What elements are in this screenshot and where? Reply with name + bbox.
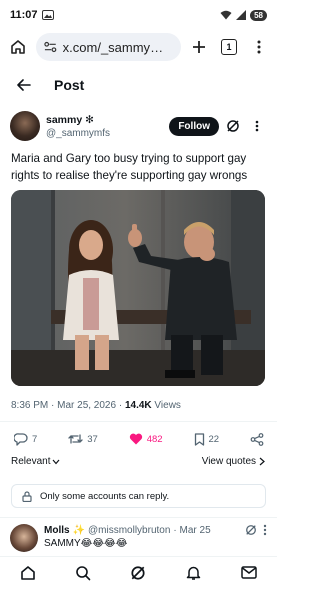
sort-label: Relevant [11, 456, 51, 467]
tweet-media-image[interactable] [11, 190, 265, 386]
reply-author-name[interactable]: Molls [44, 525, 70, 536]
author-avatar[interactable] [10, 111, 40, 141]
nav-home[interactable] [16, 561, 40, 585]
share-icon [250, 432, 264, 446]
grok-icon[interactable] [245, 524, 257, 536]
author-handle[interactable]: @_sammymfs [46, 128, 110, 139]
author-display-name[interactable]: sammy ✻ [46, 114, 110, 126]
view-quotes-link[interactable]: View quotes [202, 456, 265, 467]
media-illustration [11, 190, 265, 386]
reply-icon [14, 432, 28, 446]
reply-handle[interactable]: @missmollybruton [88, 525, 170, 536]
chevron-right-icon [259, 457, 265, 466]
status-bar: 11:07 58 [0, 0, 277, 30]
heart-filled-icon [129, 433, 142, 445]
chevron-down-icon [53, 459, 60, 464]
clock: 11:07 [10, 9, 38, 21]
repost-count: 37 [87, 433, 98, 445]
divider [0, 421, 277, 422]
wifi-icon [220, 10, 232, 20]
reply-button[interactable]: 7 [14, 432, 38, 446]
system-gesture-bar [0, 588, 277, 600]
gallery-notification-icon [41, 10, 54, 20]
share-button[interactable] [250, 432, 264, 446]
nav-grok[interactable] [126, 561, 150, 585]
nav-search[interactable] [71, 561, 95, 585]
views-label: Views [151, 400, 181, 411]
bookmark-button[interactable]: 22 [194, 432, 220, 446]
page-title: Post [54, 77, 85, 93]
home-icon [11, 40, 25, 54]
envelope-icon [241, 566, 257, 579]
author-name-text: sammy [46, 113, 83, 126]
tab-switcher-button[interactable]: 1 [217, 35, 241, 59]
address-bar[interactable]: x.com/_sammymfs/st [36, 33, 181, 61]
url-text: x.com/_sammymfs/st [62, 39, 173, 55]
reply-count: 7 [32, 433, 38, 445]
divider [0, 517, 277, 518]
author-name-badge: ✻ [85, 113, 94, 126]
grok-icon [131, 565, 146, 580]
bookmark-icon [194, 432, 204, 446]
view-quotes-label: View quotes [201, 456, 256, 467]
follow-button[interactable]: Follow [169, 116, 219, 136]
more-vertical-icon [255, 120, 259, 132]
search-icon [76, 565, 91, 580]
repost-button[interactable]: 37 [68, 433, 98, 445]
grok-button[interactable] [223, 116, 243, 136]
grok-icon [227, 120, 239, 132]
site-settings-icon [44, 41, 57, 53]
reply-date: · Mar 25 [173, 524, 211, 536]
home-icon [20, 565, 35, 580]
restriction-text: Only some accounts can reply. [40, 490, 170, 502]
more-vertical-icon [257, 40, 261, 54]
more-vertical-icon[interactable] [263, 524, 267, 536]
reply-avatar[interactable] [10, 524, 38, 552]
tweet-timestamp[interactable]: 8:36 PM · Mar 25, 2026 · [11, 400, 125, 411]
view-count: 14.4K [124, 400, 152, 411]
reply-item[interactable]: Molls ✨ @missmollybruton · Mar 25 SAMMY😂😂… [10, 524, 267, 556]
post-header: Post [0, 70, 277, 100]
back-button[interactable] [12, 73, 36, 97]
tweet-more-button[interactable] [247, 116, 267, 136]
reply-icons [245, 524, 267, 536]
signal-icon [236, 10, 247, 20]
bookmark-count: 22 [208, 433, 220, 445]
plus-icon [193, 41, 205, 53]
bottom-navigation [0, 556, 277, 588]
bell-icon [187, 566, 201, 580]
reply-header: Molls ✨ @missmollybruton · Mar 25 [44, 524, 267, 536]
like-count: 482 [146, 433, 163, 445]
tweet-actions: 7 37 482 22 [14, 431, 264, 447]
tweet-meta: 8:36 PM · Mar 25, 2026 · 14.4K Views [11, 400, 181, 411]
repost-icon [68, 434, 83, 444]
tab-count: 1 [221, 39, 237, 55]
nav-notifications[interactable] [182, 561, 206, 585]
reply-sort-dropdown[interactable]: Relevant [11, 456, 60, 467]
browser-toolbar: x.com/_sammymfs/st 1 [0, 30, 277, 64]
nav-messages[interactable] [237, 561, 261, 585]
tweet-text: Maria and Gary too busy trying to suppor… [11, 152, 248, 182]
reply-text: SAMMY😂😂😂😂 [44, 538, 128, 549]
like-button[interactable]: 482 [129, 433, 163, 445]
lock-icon [22, 490, 32, 502]
author-names: sammy ✻ @_sammymfs [46, 114, 110, 139]
reply-author-emoji: ✨ [72, 524, 86, 536]
battery-indicator: 58 [250, 9, 267, 21]
arrow-left-icon [17, 79, 31, 91]
new-tab-button[interactable] [187, 35, 211, 59]
reply-restriction-notice: Only some accounts can reply. [11, 484, 266, 508]
home-button[interactable] [6, 35, 30, 59]
tweet-author: sammy ✻ @_sammymfs Follow [10, 108, 267, 144]
browser-menu-button[interactable] [247, 35, 271, 59]
reply-body: Molls ✨ @missmollybruton · Mar 25 SAMMY😂😂… [44, 524, 267, 556]
